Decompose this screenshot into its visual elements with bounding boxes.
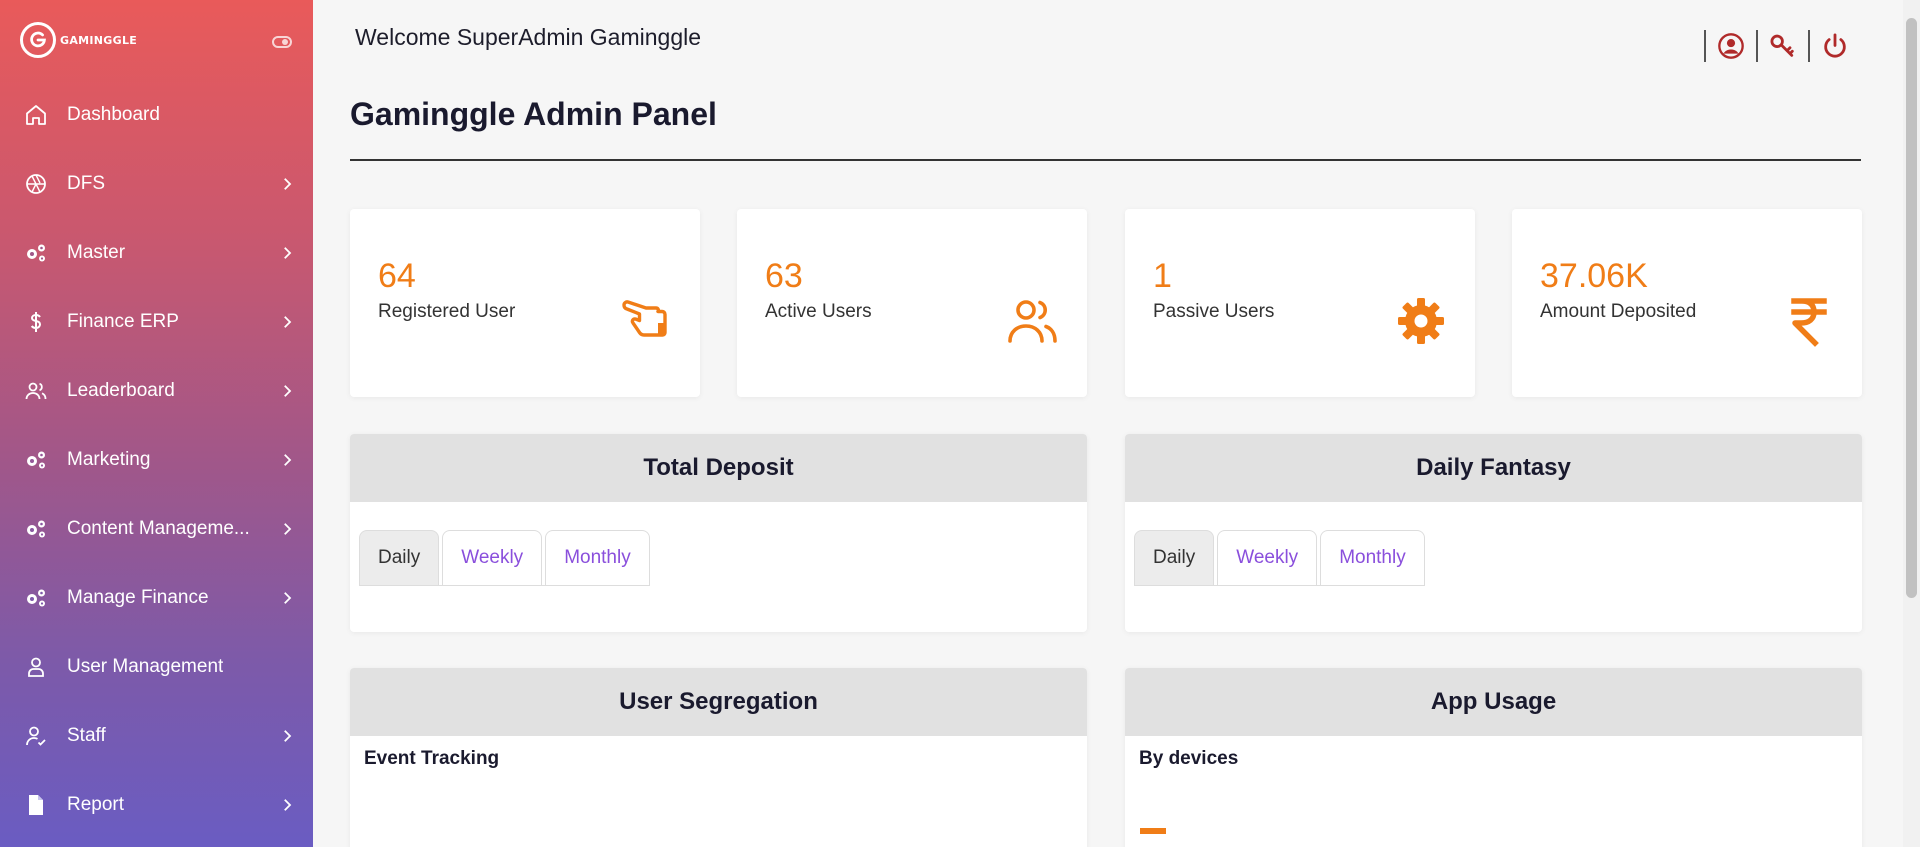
title-divider bbox=[350, 159, 1861, 161]
stat-card-passive-users[interactable]: 1 Passive Users bbox=[1125, 209, 1475, 397]
panel-total-deposit: Total Deposit Daily Weekly Monthly bbox=[350, 434, 1087, 632]
aperture-icon bbox=[24, 172, 48, 196]
panel-title: Daily Fantasy bbox=[1125, 434, 1862, 502]
tab-monthly[interactable]: Monthly bbox=[1320, 530, 1425, 585]
stat-value: 63 bbox=[765, 257, 803, 295]
gears-icon bbox=[24, 517, 48, 541]
sidebar-item-user-management[interactable]: User Management bbox=[0, 632, 313, 701]
sidebar-item-manage-finance[interactable]: Manage Finance bbox=[0, 563, 313, 632]
chevron-right-icon bbox=[284, 385, 292, 397]
panel-subtitle: By devices bbox=[1139, 748, 1239, 769]
page-scrollbar[interactable] bbox=[1903, 0, 1920, 847]
stat-label: Passive Users bbox=[1153, 301, 1275, 322]
panel-daily-fantasy: Daily Fantasy Daily Weekly Monthly bbox=[1125, 434, 1862, 632]
sidebar-item-label: Dashboard bbox=[67, 103, 160, 125]
file-icon bbox=[24, 793, 48, 817]
page-title: Gaminggle Admin Panel bbox=[350, 96, 717, 132]
stat-value: 1 bbox=[1153, 257, 1172, 295]
profile-button[interactable] bbox=[1704, 30, 1756, 62]
period-tabs: Daily Weekly Monthly bbox=[359, 530, 650, 586]
sidebar-item-label: Report bbox=[67, 793, 125, 815]
home-icon bbox=[24, 103, 48, 127]
chart-bar-mark bbox=[1140, 828, 1166, 834]
brand-logo[interactable]: GAMINGGLE bbox=[20, 22, 137, 58]
sidebar: GAMINGGLE Dashboard DFS Master Finance E… bbox=[0, 0, 313, 847]
hand-pointer-icon bbox=[616, 291, 676, 351]
tab-daily[interactable]: Daily bbox=[1134, 530, 1215, 585]
sidebar-item-master[interactable]: Master bbox=[0, 218, 313, 287]
header-actions bbox=[1704, 30, 1860, 62]
profile-icon bbox=[1718, 33, 1744, 59]
sidebar-item-report[interactable]: Report bbox=[0, 770, 313, 839]
brand-name: GAMINGGLE bbox=[60, 33, 138, 47]
sidebar-item-label: Staff bbox=[67, 724, 106, 746]
stat-label: Registered User bbox=[378, 301, 516, 322]
gear-icon bbox=[1391, 291, 1451, 351]
sidebar-item-label: Marketing bbox=[67, 448, 151, 470]
gears-icon bbox=[24, 448, 48, 472]
chevron-right-icon bbox=[284, 454, 292, 466]
sidebar-item-label: DFS bbox=[67, 172, 105, 194]
gears-icon bbox=[24, 586, 48, 610]
welcome-text: Welcome SuperAdmin Gaminggle bbox=[355, 24, 702, 50]
panel-user-segregation: User Segregation Event Tracking bbox=[350, 668, 1087, 847]
scrollbar-thumb[interactable] bbox=[1906, 18, 1917, 598]
period-tabs: Daily Weekly Monthly bbox=[1134, 530, 1425, 586]
chevron-right-icon bbox=[284, 730, 292, 742]
stat-card-registered-users[interactable]: 64 Registered User bbox=[350, 209, 700, 397]
panel-subtitle: Event Tracking bbox=[364, 748, 500, 769]
chevron-right-icon bbox=[284, 592, 292, 604]
users-icon bbox=[24, 379, 48, 403]
sidebar-item-finance-erp[interactable]: Finance ERP bbox=[0, 287, 313, 356]
sidebar-nav: Dashboard DFS Master Finance ERP Leaderb… bbox=[0, 80, 313, 839]
users-icon bbox=[1003, 291, 1063, 351]
sidebar-item-dashboard[interactable]: Dashboard bbox=[0, 80, 313, 149]
chevron-right-icon bbox=[284, 178, 292, 190]
stat-label: Amount Deposited bbox=[1540, 301, 1697, 322]
tab-daily[interactable]: Daily bbox=[359, 530, 440, 585]
panel-title: Total Deposit bbox=[350, 434, 1087, 502]
rupee-icon bbox=[1778, 291, 1838, 351]
stat-card-amount-deposited[interactable]: 37.06K Amount Deposited bbox=[1512, 209, 1862, 397]
panel-title: App Usage bbox=[1125, 668, 1862, 736]
chevron-right-icon bbox=[284, 316, 292, 328]
dollar-icon bbox=[24, 310, 48, 334]
sidebar-item-staff[interactable]: Staff bbox=[0, 701, 313, 770]
sidebar-item-label: Manage Finance bbox=[67, 586, 209, 608]
user-icon bbox=[24, 655, 48, 679]
sidebar-item-label: Finance ERP bbox=[67, 310, 179, 332]
sidebar-item-marketing[interactable]: Marketing bbox=[0, 425, 313, 494]
sidebar-item-dfs[interactable]: DFS bbox=[0, 149, 313, 218]
logout-button[interactable] bbox=[1808, 30, 1860, 62]
sidebar-item-label: Content Manageme... bbox=[67, 517, 250, 539]
sidebar-item-leaderboard[interactable]: Leaderboard bbox=[0, 356, 313, 425]
sidebar-item-label: User Management bbox=[67, 655, 224, 677]
sidebar-item-label: Master bbox=[67, 241, 126, 263]
tab-weekly[interactable]: Weekly bbox=[1217, 530, 1318, 585]
chevron-right-icon bbox=[284, 247, 292, 259]
change-password-button[interactable] bbox=[1756, 30, 1808, 62]
chevron-right-icon bbox=[284, 799, 292, 811]
sidebar-item-label: Leaderboard bbox=[67, 379, 175, 401]
user-check-icon bbox=[24, 724, 48, 748]
sidebar-item-content-management[interactable]: Content Manageme... bbox=[0, 494, 313, 563]
key-icon bbox=[1770, 34, 1794, 57]
tab-monthly[interactable]: Monthly bbox=[545, 530, 650, 585]
sidebar-toggle[interactable] bbox=[272, 36, 292, 48]
stat-card-active-users[interactable]: 63 Active Users bbox=[737, 209, 1087, 397]
tab-weekly[interactable]: Weekly bbox=[442, 530, 543, 585]
chevron-right-icon bbox=[284, 523, 292, 535]
stat-label: Active Users bbox=[765, 301, 872, 322]
power-icon bbox=[1824, 33, 1846, 58]
panel-app-usage: App Usage By devices bbox=[1125, 668, 1862, 847]
stat-value: 64 bbox=[378, 257, 416, 295]
panel-title: User Segregation bbox=[350, 668, 1087, 736]
gears-icon bbox=[24, 241, 48, 265]
stat-value: 37.06K bbox=[1540, 257, 1648, 295]
gaminggle-logo-icon bbox=[20, 22, 56, 58]
